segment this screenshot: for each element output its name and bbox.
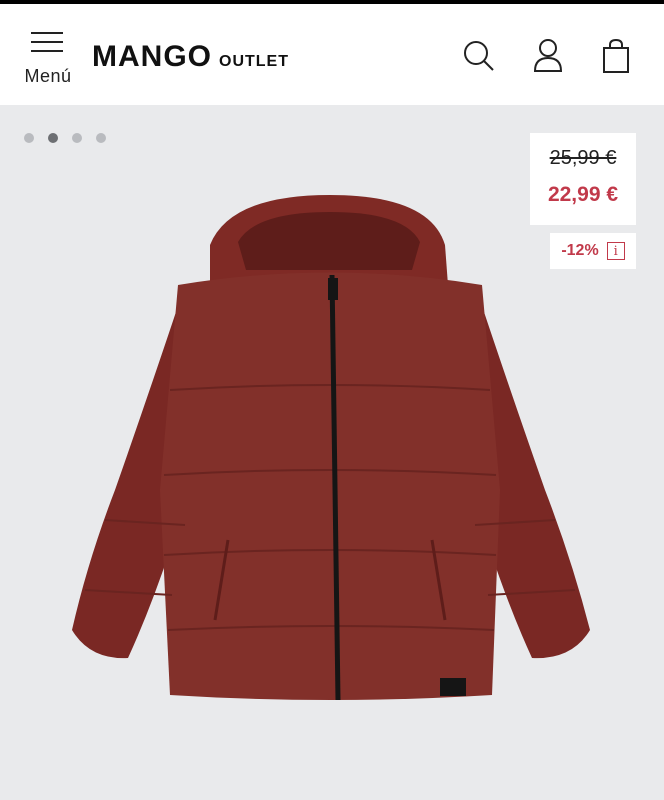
account-button[interactable]: [531, 38, 565, 74]
info-icon[interactable]: i: [606, 242, 625, 260]
gallery-dot-2[interactable]: [48, 133, 58, 143]
brand-name: MANGO: [92, 40, 212, 73]
original-price: 25,99 €: [549, 147, 617, 169]
site-header: Menú MANGO OUTLET: [0, 4, 664, 105]
hamburger-icon: [31, 32, 63, 52]
menu-button[interactable]: Menú: [18, 22, 78, 94]
gallery-dot-1[interactable]: [24, 133, 34, 143]
search-icon: [464, 41, 494, 71]
cart-button[interactable]: [599, 38, 633, 74]
bag-icon: [603, 38, 629, 73]
brand-logo[interactable]: MANGO OUTLET: [92, 40, 289, 74]
user-icon: [533, 39, 563, 72]
gallery-dot-3[interactable]: [72, 133, 82, 143]
product-image[interactable]: [60, 190, 600, 710]
gallery-dot-4[interactable]: [96, 133, 106, 143]
gallery-pagination: [24, 133, 106, 143]
brand-suffix: OUTLET: [219, 53, 289, 70]
menu-label: Menú: [24, 66, 72, 86]
search-button[interactable]: [462, 38, 496, 74]
